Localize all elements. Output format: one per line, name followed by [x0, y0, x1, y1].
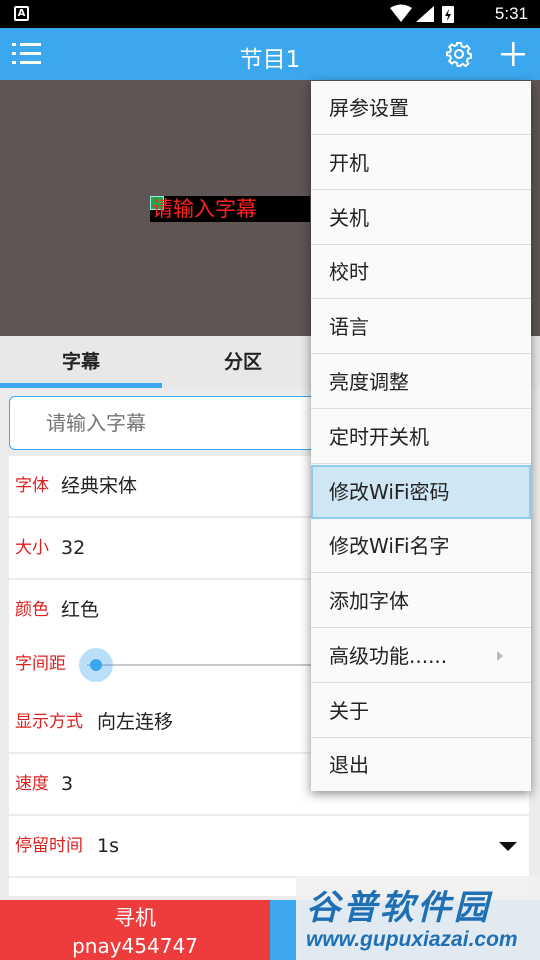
- notification-app-icon: A: [14, 6, 29, 21]
- signal-icon: [416, 6, 434, 22]
- dwell-time-label: 停留时间: [15, 836, 83, 856]
- menu-item-brightness[interactable]: 亮度调整: [311, 355, 531, 409]
- menu-item-about[interactable]: 关于: [311, 684, 531, 738]
- app-bar: 节目1: [0, 28, 540, 80]
- device-id: pnay454747: [72, 934, 198, 958]
- tab-subtitle[interactable]: 字幕: [0, 336, 162, 388]
- tab-partition[interactable]: 分区: [162, 336, 324, 388]
- subtitle-input-box: [9, 396, 349, 450]
- speed-value: 3: [61, 773, 74, 795]
- preview-text: 请输入字幕: [152, 197, 257, 221]
- watermark-url: www.gupuxiazai.com: [306, 928, 518, 951]
- status-bar: A 5:31: [0, 0, 540, 28]
- menu-item-add-font[interactable]: 添加字体: [311, 574, 531, 628]
- size-value: 32: [61, 537, 86, 559]
- chevron-down-icon[interactable]: [499, 842, 517, 851]
- spacing-label: 字间距: [15, 654, 66, 674]
- led-preview-strip: 请输入字幕: [150, 196, 310, 222]
- size-label: 大小: [15, 538, 49, 558]
- speed-label: 速度: [15, 774, 49, 794]
- gear-icon[interactable]: [446, 41, 472, 67]
- status-icons: [390, 4, 454, 23]
- watermark: 谷普软件园 www.gupuxiazai.com: [296, 876, 540, 960]
- menu-item-advanced-label: 高级功能......: [329, 644, 448, 668]
- chevron-right-icon: [497, 651, 503, 661]
- search-device-button[interactable]: 寻机 pnay454747: [0, 900, 270, 960]
- color-value: 红色: [61, 599, 100, 621]
- font-label: 字体: [15, 476, 49, 496]
- search-device-label: 寻机: [114, 906, 156, 930]
- menu-item-language[interactable]: 语言: [311, 300, 531, 354]
- add-icon[interactable]: [500, 41, 526, 67]
- overflow-menu: 屏参设置 开机 关机 校时 语言 亮度调整 定时开关机 修改WiFi密码 修改W…: [311, 81, 531, 791]
- dwell-time-row[interactable]: 停留时间 1s: [9, 816, 529, 876]
- tab-active-indicator: [0, 383, 162, 388]
- menu-item-change-wifi-name[interactable]: 修改WiFi名字: [311, 519, 531, 573]
- subtitle-input[interactable]: [10, 397, 348, 449]
- wifi-icon: [390, 4, 412, 22]
- watermark-name: 谷普软件园: [306, 888, 491, 928]
- menu-item-power-on[interactable]: 开机: [311, 136, 531, 190]
- color-label: 颜色: [15, 600, 49, 620]
- display-mode-value: 向左连移: [97, 711, 174, 733]
- menu-item-advanced[interactable]: 高级功能......: [311, 629, 531, 683]
- menu-item-timed-power[interactable]: 定时开关机: [311, 410, 531, 464]
- font-value: 经典宋体: [61, 475, 138, 497]
- spacing-slider-track[interactable]: [87, 664, 327, 666]
- menu-item-exit[interactable]: 退出: [311, 738, 531, 792]
- display-mode-label: 显示方式: [15, 712, 83, 732]
- menu-item-power-off[interactable]: 关机: [311, 191, 531, 245]
- menu-item-change-wifi-password[interactable]: 修改WiFi密码: [311, 465, 531, 519]
- menu-item-screen-settings[interactable]: 屏参设置: [311, 81, 531, 135]
- spacing-slider-thumb[interactable]: [79, 648, 113, 682]
- menu-item-sync-time[interactable]: 校时: [311, 245, 531, 299]
- dwell-time-value: 1s: [97, 835, 119, 857]
- status-time: 5:31: [494, 4, 528, 23]
